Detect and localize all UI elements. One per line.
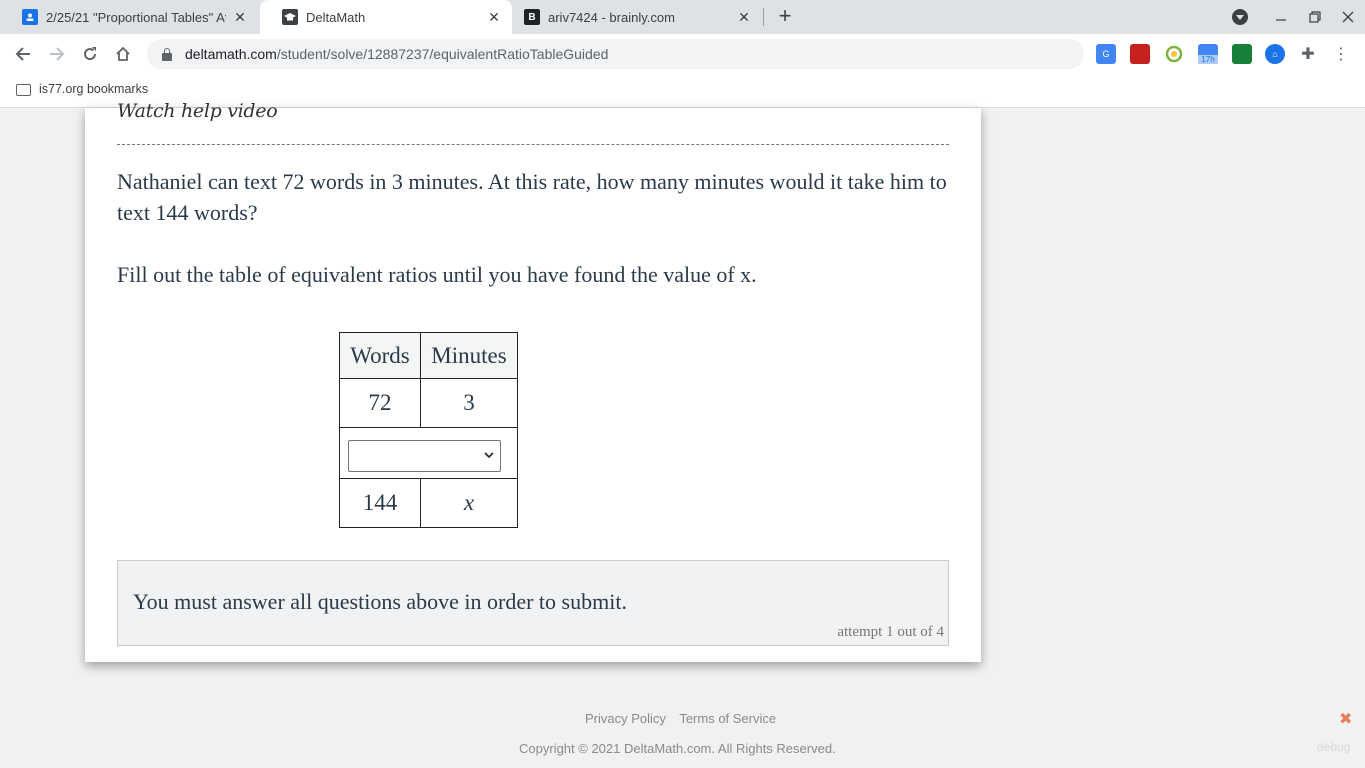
chevron-down-icon [483,449,495,461]
tab-separator [763,8,764,26]
footer-links: Privacy Policy Terms of Service [585,711,786,726]
tab-deltamath[interactable]: DeltaMath ✕ [260,0,512,34]
lock-icon [162,47,172,61]
close-icon[interactable]: ✕ [736,9,752,25]
new-tab-button[interactable]: + [775,5,795,27]
close-icon[interactable]: ✕ [486,9,502,25]
header-words: Words [339,332,421,379]
terms-of-service-link[interactable]: Terms of Service [679,711,776,726]
tab-title: ariv7424 - brainly.com [548,9,675,25]
submit-area: You must answer all questions above in o… [117,560,949,646]
calendar-badge: 17h [1198,55,1218,64]
header-minutes: Minutes [420,332,518,379]
cast-icon[interactable] [1232,44,1252,64]
cell-words: 72 [339,378,421,428]
operation-select[interactable] [348,440,501,472]
close-icon[interactable]: ✕ [232,9,248,25]
address-bar[interactable]: deltamath.com/student/solve/12887237/equ… [147,39,1084,69]
browser-toolbar: deltamath.com/student/solve/12887237/equ… [0,34,1365,74]
restore-icon[interactable] [1305,7,1325,27]
privacy-policy-link[interactable]: Privacy Policy [585,711,666,726]
problem-text: Nathaniel can text 72 words in 3 minutes… [117,169,947,225]
debug-link[interactable]: debug [1317,740,1350,754]
tab-search-icon[interactable] [1232,9,1248,25]
problem-card: Watch help video Nathaniel can text 72 w… [85,100,981,662]
tab-title: DeltaMath [306,9,366,25]
classroom-icon [22,9,38,25]
copyright: Copyright © 2021 DeltaMath.com. All Righ… [519,741,836,756]
menu-icon[interactable]: ⋮ [1331,44,1351,64]
back-icon[interactable] [12,43,34,65]
tab-title: 2/25/21 "Proportional Tables" At [46,9,226,25]
folder-icon [16,84,31,96]
table-row: 72 3 [339,378,518,428]
ratio-table: Words Minutes 72 3 144 x [339,332,518,528]
table-header-row: Words Minutes [339,332,518,379]
cell-minutes-unknown: x [420,478,518,528]
graduation-cap-icon [282,9,298,25]
puzzle-icon[interactable]: ✚ [1298,44,1318,64]
debug-close-icon[interactable]: ✖ [1339,709,1352,729]
url-text: deltamath.com/student/solve/12887237/equ… [185,46,608,62]
bank-icon[interactable]: ⌂ [1265,44,1285,64]
forward-icon[interactable] [46,43,68,65]
url-host: deltamath.com [185,46,277,62]
attempt-counter: attempt 1 out of 4 [837,624,944,640]
translate-icon[interactable]: G [1096,44,1116,64]
divider [117,144,949,145]
reload-icon[interactable] [79,43,101,65]
table-row-select [339,427,518,479]
instruction-text: Fill out the table of equivalent ratios … [117,262,757,287]
window-close-icon[interactable] [1338,7,1358,27]
tab-brainly[interactable]: B ariv7424 - brainly.com ✕ [502,0,762,34]
bookmark-folder[interactable]: is77.org bookmarks [39,82,148,96]
help-video-link[interactable]: Watch help video [117,100,278,122]
home-icon[interactable] [112,43,134,65]
tab-strip: 2/25/21 "Proportional Tables" At ✕ Delta… [0,0,1365,34]
table-row: 144 x [339,478,518,528]
page-content: Watch help video Nathaniel can text 72 w… [0,100,1365,768]
timer-icon[interactable] [1164,44,1184,64]
minimize-icon[interactable] [1271,7,1291,27]
tab-classroom[interactable]: 2/25/21 "Proportional Tables" At ✕ [0,0,258,34]
cell-words: 144 [339,478,421,528]
cell-minutes: 3 [420,378,518,428]
brainly-icon: B [524,9,540,25]
submit-message: You must answer all questions above in o… [133,589,627,614]
bookmark-red-icon[interactable] [1130,44,1150,64]
operation-cell [339,427,518,479]
calendar-icon[interactable]: 17h [1198,44,1218,64]
url-path: /student/solve/12887237/equivalentRatioT… [276,46,609,62]
